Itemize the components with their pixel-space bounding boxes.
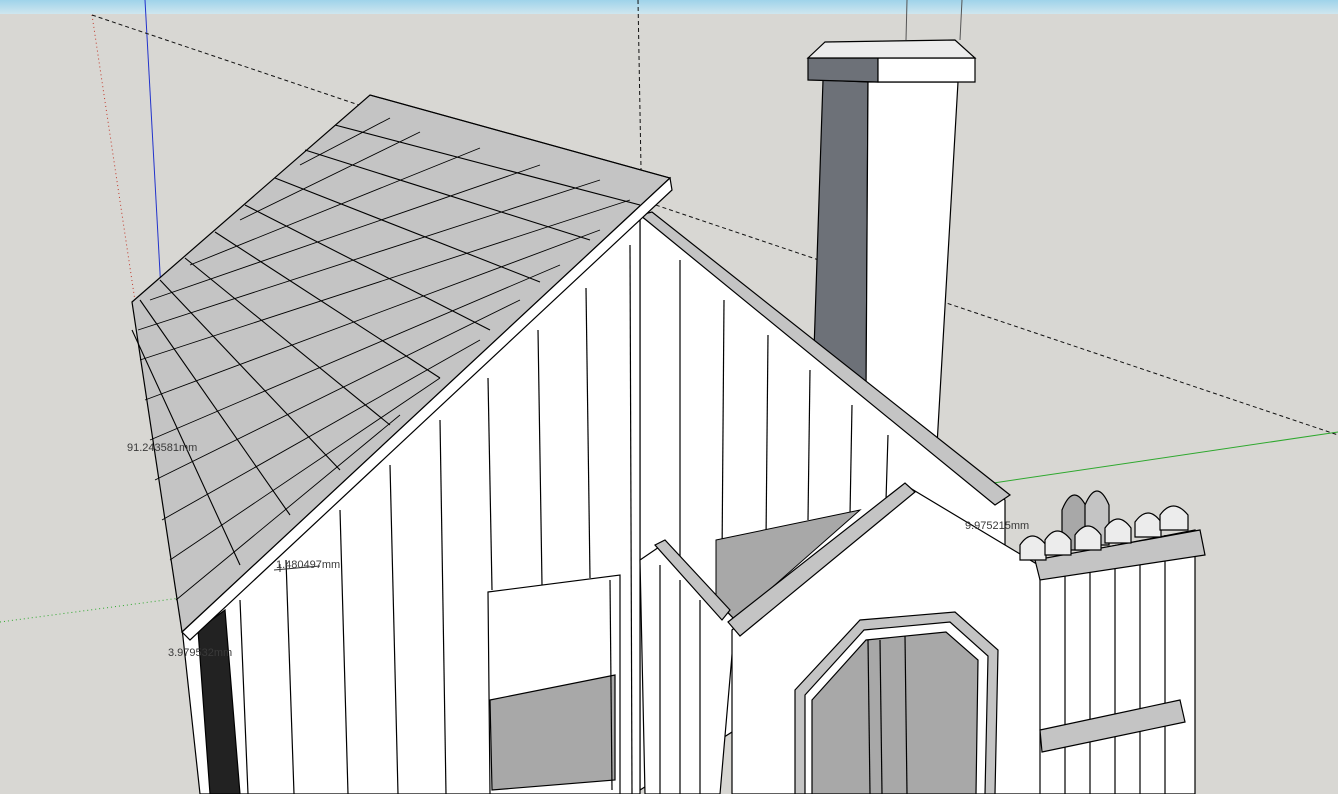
chimney-cap-light [877,57,976,83]
chimney-light-face [865,81,959,447]
green-axis [979,431,1338,486]
fence[interactable] [1019,490,1206,794]
modeling-viewport[interactable]: 91.243581mm 1.480497mm 3.979532mm 9.9752… [0,0,1338,794]
window-opening[interactable] [487,574,621,794]
chimney-cap-top [806,39,977,59]
chimney-cap-dark [807,57,879,83]
dimension-label-roof-length: 91.243581mm [127,442,198,454]
dimension-label-roof-edge: 3.979532mm [168,647,233,659]
dimension-label-gable-trim: 9.975215mm [965,520,1030,532]
scene-canvas[interactable] [0,0,1338,794]
green-axis-dotted [0,597,181,623]
dimension-label-fascia-thickness: 1.480497mm [276,559,341,571]
